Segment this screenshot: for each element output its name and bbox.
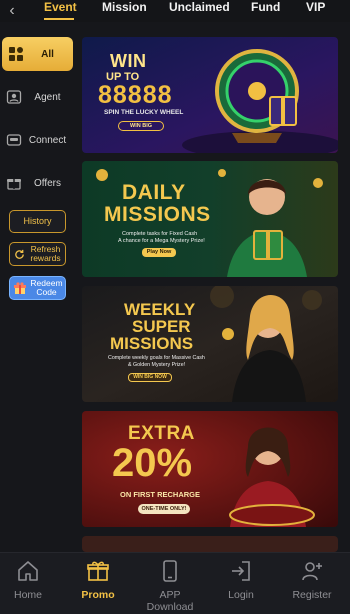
nav-promo[interactable]: Promo xyxy=(66,553,130,614)
sidebar-item-all[interactable]: All xyxy=(2,37,73,71)
bottom-navigation: Home Promo APP Download Login Register xyxy=(0,552,350,614)
nav-register[interactable]: Register xyxy=(280,553,344,614)
tab-unclaimed[interactable]: Unclaimed xyxy=(169,0,230,14)
refresh-rewards-label: Refresh rewards xyxy=(30,244,61,263)
banner-description-line2: A chance for a Mega Mystery Prize! xyxy=(118,238,205,244)
login-icon xyxy=(229,559,253,583)
back-button[interactable]: ‹ xyxy=(0,0,24,22)
banner-cta-button[interactable]: Play Now xyxy=(142,248,176,257)
banner-description: Complete tasks for Fixed Cash xyxy=(122,231,198,237)
refresh-rewards-button[interactable]: Refresh rewards xyxy=(9,242,66,266)
banner-cta-button[interactable]: WIN BIG xyxy=(118,121,164,131)
banner-percent: 20% xyxy=(112,441,193,485)
banner-title: WIN xyxy=(110,51,147,71)
connect-icon xyxy=(6,132,22,148)
banner-title-line2: MISSIONS xyxy=(104,203,211,226)
sidebar-item-label: All xyxy=(41,48,54,60)
nav-label: Register xyxy=(292,589,332,601)
add-user-icon xyxy=(300,559,324,583)
phone-icon xyxy=(158,559,182,583)
banner-extra-recharge[interactable]: EXTRA 20% ON FIRST RECHARGE ONE-TIME ONL… xyxy=(82,411,338,527)
banner-title: DAILY xyxy=(122,181,186,204)
nav-label: Login xyxy=(228,589,254,601)
sidebar-item-label: Offers xyxy=(33,177,62,189)
sidebar-item-offers[interactable]: Offers xyxy=(0,166,75,200)
redeem-code-button[interactable]: Redeem Code xyxy=(9,276,66,300)
banner-description-line2: & Golden Mystery Prize! xyxy=(128,362,186,368)
banner-title-line3: MISSIONS xyxy=(110,334,194,353)
banner-daily-missions[interactable]: DAILY MISSIONS Complete tasks for Fixed … xyxy=(82,161,338,277)
banner-cta-button[interactable]: ONE-TIME ONLY! xyxy=(138,504,190,514)
banner-amount: 88888 xyxy=(98,81,173,109)
tab-vip[interactable]: VIP xyxy=(306,0,325,14)
grid-icon xyxy=(8,46,24,62)
history-button[interactable]: History xyxy=(9,210,66,233)
sidebar-item-label: Agent xyxy=(34,91,61,103)
banner-caption: SPIN THE LUCKY WHEEL xyxy=(104,109,184,116)
gift-box-icon xyxy=(12,281,28,295)
banner-weekly-missions[interactable]: WEEKLY SUPER MISSIONS Complete weekly go… xyxy=(82,286,338,402)
banner-next-partial[interactable] xyxy=(82,536,338,552)
banner-description: Complete weekly goals for Massive Cash xyxy=(108,355,205,361)
redeem-code-label: Redeem Code xyxy=(30,278,63,297)
tab-fund[interactable]: Fund xyxy=(251,0,280,14)
chevron-left-icon: ‹ xyxy=(9,2,15,19)
nav-login[interactable]: Login xyxy=(209,553,273,614)
gift-icon xyxy=(6,175,22,191)
nav-home[interactable]: Home xyxy=(0,553,60,614)
gift-icon xyxy=(86,559,110,583)
category-sidebar: All Agent Connect Offers History Refresh… xyxy=(0,30,80,550)
banner-cta-button[interactable]: WIN BIG NOW xyxy=(128,373,172,382)
nav-label: Promo xyxy=(81,589,115,601)
home-icon xyxy=(16,559,40,583)
sidebar-item-label: Connect xyxy=(28,134,67,146)
top-tab-bar: ‹ Event Mission Unclaimed Fund VIP xyxy=(0,0,350,22)
active-tab-indicator xyxy=(44,18,74,20)
tab-event[interactable]: Event xyxy=(44,0,77,14)
nav-label: Home xyxy=(13,589,42,601)
sidebar-item-connect[interactable]: Connect xyxy=(0,123,75,157)
banner-lucky-wheel[interactable]: WIN UP TO 88888 SPIN THE LUCKY WHEEL WIN… xyxy=(82,37,338,153)
banner-caption: ON FIRST RECHARGE xyxy=(120,490,201,499)
nav-app-download[interactable]: APP Download xyxy=(138,553,202,614)
nav-label: APP Download xyxy=(146,589,194,613)
tab-mission[interactable]: Mission xyxy=(102,0,147,14)
agent-icon xyxy=(6,89,22,105)
sidebar-item-agent[interactable]: Agent xyxy=(0,80,75,114)
refresh-icon xyxy=(12,249,26,260)
